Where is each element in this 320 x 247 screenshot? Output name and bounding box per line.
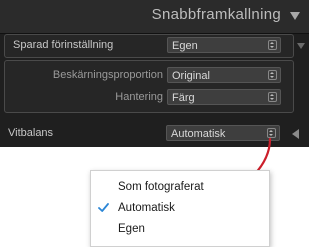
menu-item-custom[interactable]: Egen: [91, 219, 269, 239]
expand-arrow-icon[interactable]: [297, 43, 305, 49]
white-balance-dropdown-menu: Som fotograferat Automatisk Egen: [90, 170, 270, 247]
crop-ratio-select[interactable]: Original: [167, 67, 281, 83]
menu-item-label: Egen: [118, 223, 145, 235]
reset-arrow-icon[interactable]: [292, 129, 299, 139]
menu-item-auto[interactable]: Automatisk: [91, 198, 269, 218]
saved-preset-select[interactable]: Egen: [167, 37, 281, 53]
crop-ratio-value: Original: [172, 70, 210, 82]
stepper-arrows-icon: [268, 92, 277, 102]
preset-settings-group: Beskärningsproportion Original Hantering…: [4, 60, 294, 113]
white-balance-value: Automatisk: [171, 128, 226, 140]
crop-ratio-label: Beskärningsproportion: [52, 69, 163, 81]
quick-develop-panel: Snabbframkallning Sparad förinställning …: [0, 0, 309, 147]
treatment-select[interactable]: Färg: [167, 89, 281, 105]
menu-item-label: Som fotograferat: [118, 181, 204, 193]
stepper-arrows-icon: [268, 70, 277, 80]
white-balance-label: Vitbalans: [8, 127, 54, 139]
saved-preset-value: Egen: [172, 40, 198, 52]
saved-preset-label: Sparad förinställning: [13, 39, 114, 51]
menu-item-as-shot[interactable]: Som fotograferat: [91, 177, 269, 197]
panel-title: Snabbframkallning: [151, 6, 281, 23]
treatment-label: Hantering: [115, 91, 163, 103]
treatment-value: Färg: [172, 92, 195, 104]
saved-preset-row: Sparad förinställning Egen: [4, 34, 294, 58]
screenshot-stage: Snabbframkallning Sparad förinställning …: [0, 0, 309, 247]
panel-header[interactable]: Snabbframkallning: [0, 0, 309, 34]
stepper-arrows-icon: [268, 40, 277, 50]
menu-item-label: Automatisk: [118, 202, 175, 214]
collapse-triangle-icon[interactable]: [290, 12, 300, 20]
checkmark-icon: [98, 203, 109, 212]
